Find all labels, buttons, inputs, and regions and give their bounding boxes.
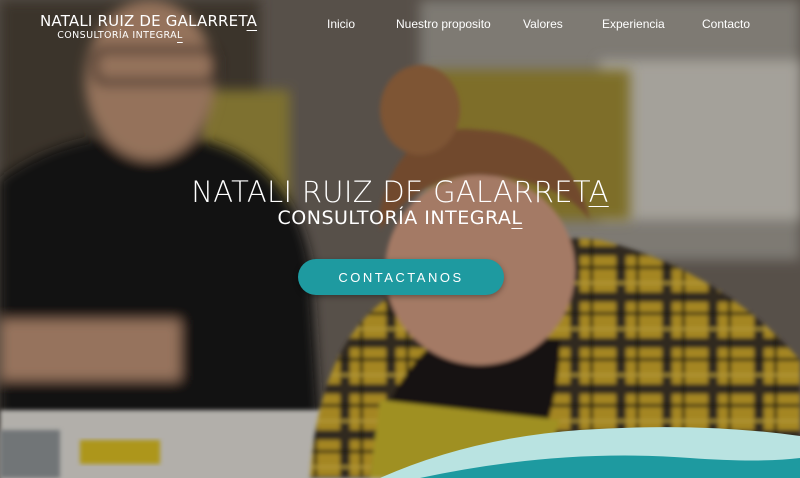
hero-subtitle: CONSULTORÍA INTEGRAL xyxy=(277,207,523,229)
nav-item-valores[interactable]: Valores xyxy=(523,17,563,31)
contact-cta-button[interactable]: CONTACTANOS xyxy=(298,259,504,295)
nav-item-inicio[interactable]: Inicio xyxy=(327,17,355,31)
bottom-wave-decoration xyxy=(380,427,800,478)
hero-overlay xyxy=(0,0,800,478)
nav-item-nuestro-proposito[interactable]: Nuestro proposito xyxy=(396,17,491,31)
nav-item-experiencia[interactable]: Experiencia xyxy=(602,17,665,31)
main-nav: Inicio Nuestro proposito Valores Experie… xyxy=(0,17,800,37)
hero-title: NATALI RUIZ DE GALARRETA xyxy=(191,175,609,209)
nav-item-contacto[interactable]: Contacto xyxy=(702,17,750,31)
